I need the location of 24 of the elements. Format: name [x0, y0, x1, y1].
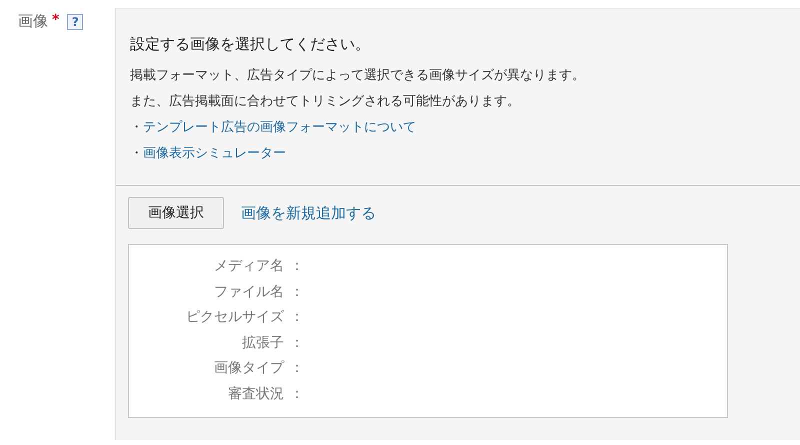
detail-label: 拡張子: [241, 334, 284, 352]
detail-label: ファイル名: [213, 282, 284, 302]
help-link[interactable]: 画像表示シミュレーター: [143, 141, 286, 167]
detail-separator: ：: [290, 282, 305, 302]
note-text: 掲載フォーマット、広告タイプによって選択できる画像サイズが異なります。: [130, 67, 586, 85]
detail-label: ピクセルサイズ: [185, 308, 284, 327]
select-image-button[interactable]: 画像選択: [128, 197, 224, 229]
detail-separator: ：: [290, 334, 305, 352]
detail-label: 画像タイプ: [213, 359, 284, 378]
field-label: 画像: [18, 12, 48, 31]
help-link[interactable]: テンプレート広告の画像フォーマットについて: [143, 115, 416, 141]
panel-title: 設定する画像を選択してください。: [130, 35, 371, 54]
add-image-link[interactable]: 画像を新規追加する: [241, 204, 376, 222]
note-text: また、広告掲載面に合わせてトリミングされる可能性があります。: [130, 93, 521, 111]
detail-label: メディア名: [213, 257, 284, 276]
bullet: ・: [130, 119, 143, 137]
detail-separator: ：: [290, 359, 305, 378]
bullet: ・: [130, 145, 143, 163]
detail-separator: ：: [290, 384, 305, 404]
required-mark: *: [52, 12, 60, 28]
detail-separator: ：: [290, 257, 305, 276]
detail-separator: ：: [290, 308, 305, 327]
help-button[interactable]: ?: [67, 14, 84, 30]
detail-label: 審査状況: [227, 384, 284, 404]
